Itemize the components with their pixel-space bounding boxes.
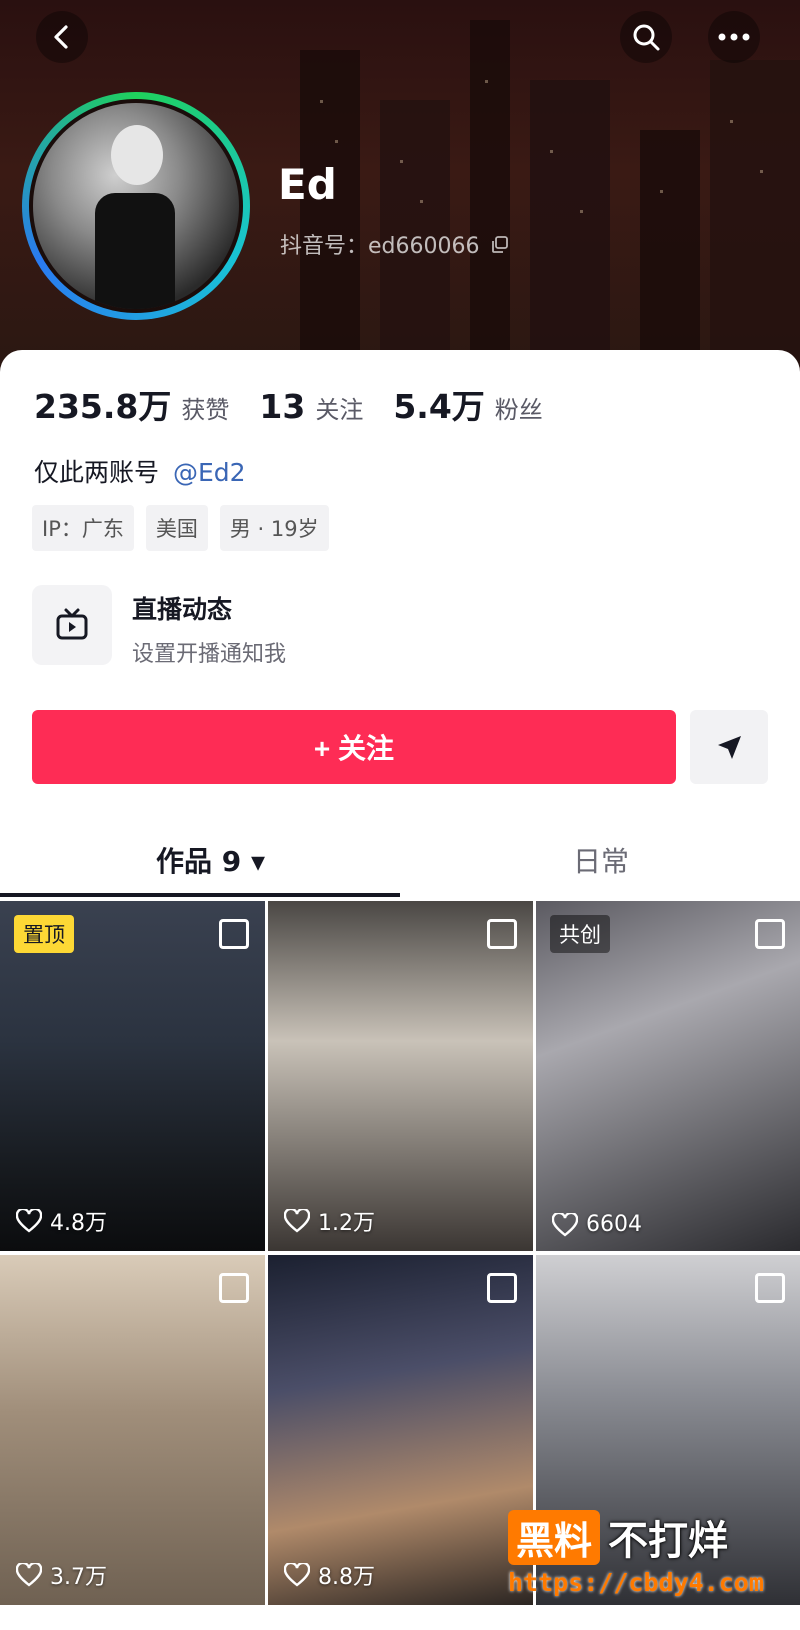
likes-indicator: 8.8万	[284, 1559, 375, 1591]
followers-count[interactable]: 5.4万	[393, 380, 484, 428]
bio-mention-link[interactable]: @Ed2	[173, 458, 246, 487]
likes-label: 获赞	[181, 396, 230, 424]
profile-tags: IP：广东 美国 男 · 19岁	[32, 505, 329, 551]
multi-image-icon	[755, 1273, 785, 1303]
follow-button[interactable]: + 关注	[32, 710, 676, 784]
live-entry-button[interactable]	[32, 585, 112, 665]
watermark-url: https://cbdy4.com	[508, 1568, 764, 1597]
heart-icon	[284, 1563, 310, 1587]
tab-daily[interactable]: 日常	[573, 840, 629, 880]
followers-label[interactable]: 粉丝	[495, 390, 543, 425]
video-thumbnail[interactable]: 1.2万	[268, 901, 533, 1251]
avatar-image	[29, 99, 243, 313]
collab-badge: 共创	[550, 915, 610, 953]
pinned-badge: 置顶	[14, 915, 74, 953]
location-tag: 美国	[145, 505, 208, 551]
video-thumbnail[interactable]: 置顶 4.8万	[0, 901, 265, 1251]
likes-count: 235.8万	[34, 387, 172, 426]
bio-text: 仅此两账号	[34, 458, 160, 487]
chevron-left-icon	[54, 25, 68, 49]
live-title[interactable]: 直播动态	[132, 590, 232, 626]
more-button[interactable]	[708, 11, 760, 63]
heart-icon	[552, 1212, 578, 1237]
likes-indicator: 3.7万	[16, 1559, 107, 1591]
likes-count: 6604	[586, 1212, 642, 1237]
tab-indicator	[0, 893, 400, 897]
watermark-brand-box: 黑料	[508, 1509, 601, 1565]
video-thumbnail[interactable]: 8.8万	[268, 1255, 533, 1605]
likes-count: 3.7万	[50, 1565, 107, 1590]
video-thumbnail[interactable]: 共创 6604	[536, 901, 800, 1251]
live-subtitle[interactable]: 设置开播通知我	[132, 636, 286, 668]
avatar[interactable]	[22, 92, 250, 320]
send-icon	[718, 736, 741, 759]
video-thumbnail[interactable]: 3.7万	[0, 1255, 265, 1605]
more-dots-icon	[718, 33, 750, 41]
share-button[interactable]	[690, 710, 768, 784]
ip-tag: IP：广东	[32, 505, 134, 551]
tab-works[interactable]: 作品 9 ▾	[156, 840, 265, 880]
copy-icon[interactable]	[490, 235, 510, 255]
heart-icon	[16, 1209, 42, 1233]
multi-image-icon	[755, 919, 785, 949]
stats-row: 235.8万 获赞 13 关注 5.4万 粉丝	[34, 380, 573, 428]
watermark-brand-text: 不打烊	[608, 1518, 729, 1564]
likes-count: 1.2万	[318, 1211, 375, 1236]
likes-indicator: 1.2万	[284, 1205, 375, 1237]
multi-image-icon	[219, 1273, 249, 1303]
profile-name: Ed	[278, 160, 337, 209]
watermark: 黑料 不打烊 https://cbdy4.com	[508, 1508, 764, 1597]
heart-icon	[284, 1209, 310, 1233]
search-button[interactable]	[620, 11, 672, 63]
likes-count: 4.8万	[50, 1211, 107, 1236]
back-button[interactable]	[36, 11, 88, 63]
search-icon	[633, 24, 660, 51]
tv-icon	[56, 608, 88, 640]
likes-indicator: 6604	[552, 1212, 642, 1237]
multi-image-icon	[487, 919, 517, 949]
douyin-id[interactable]: 抖音号：ed660066	[280, 228, 510, 260]
multi-image-icon	[487, 1273, 517, 1303]
multi-image-icon	[219, 919, 249, 949]
following-label[interactable]: 关注	[315, 390, 363, 425]
following-count[interactable]: 13	[259, 387, 305, 426]
gender-age-tag: 男 · 19岁	[219, 505, 329, 551]
likes-count: 8.8万	[318, 1565, 375, 1590]
bio: 仅此两账号 @Ed2	[34, 453, 246, 489]
likes-indicator: 4.8万	[16, 1205, 107, 1237]
douyin-id-text: 抖音号：ed660066	[280, 234, 480, 259]
heart-icon	[16, 1563, 42, 1587]
